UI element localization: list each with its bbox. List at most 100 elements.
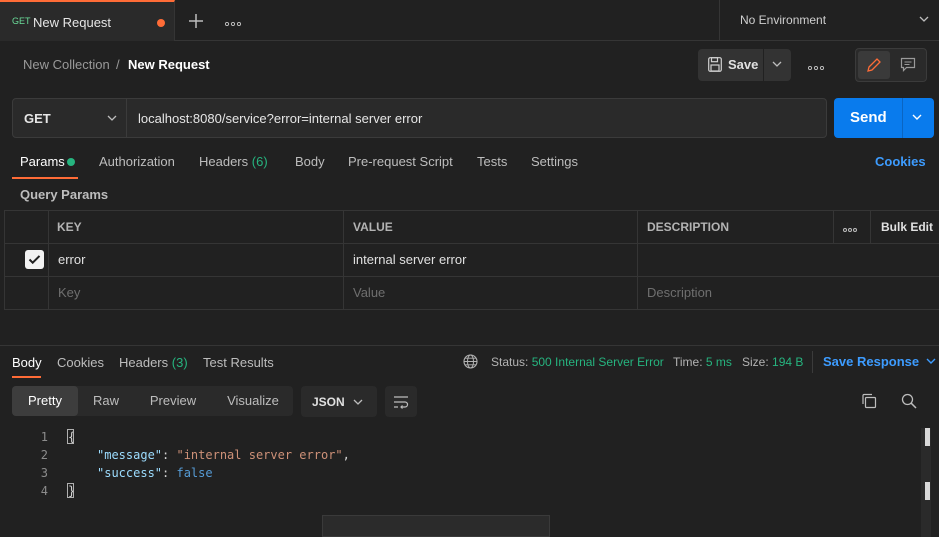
- divider: [812, 351, 813, 373]
- tab-settings[interactable]: Settings: [531, 154, 578, 169]
- json-key: "message": [97, 448, 163, 462]
- size-value: 194 B: [772, 355, 804, 369]
- tab-headers-label: Headers: [199, 154, 249, 169]
- table-border: [637, 210, 638, 310]
- chevron-down-icon: [353, 399, 363, 405]
- table-border: [4, 243, 939, 244]
- globe-icon[interactable]: [463, 354, 478, 369]
- status-value: 500 Internal Server Error: [531, 355, 664, 369]
- response-tab-headers[interactable]: Headers (3): [119, 355, 188, 370]
- new-tab-button[interactable]: [182, 8, 210, 34]
- response-size[interactable]: Size: 194 B: [742, 355, 803, 369]
- line-number: 2: [40, 448, 48, 462]
- copy-icon[interactable]: [861, 393, 877, 409]
- line-number: 3: [40, 466, 48, 480]
- chevron-down-icon[interactable]: [911, 111, 923, 123]
- tab-tests[interactable]: Tests: [477, 154, 507, 169]
- plus-icon: [189, 14, 203, 28]
- url-text: localhost:8080/service?error=internal se…: [138, 111, 423, 126]
- tab-headers[interactable]: Headers (6): [199, 154, 268, 169]
- table-border: [833, 210, 834, 243]
- headers-count: (6): [251, 154, 268, 169]
- code-line: "success": false: [97, 466, 213, 480]
- save-icon: [708, 57, 722, 72]
- view-tab-raw[interactable]: Raw: [80, 386, 132, 416]
- view-tab-visualize[interactable]: Visualize: [216, 386, 290, 416]
- view-tab-preview[interactable]: Preview: [140, 386, 206, 416]
- scrollbar-marker: [925, 428, 930, 446]
- response-headers-count: (3): [171, 355, 188, 370]
- wrap-lines-button[interactable]: [385, 386, 417, 417]
- table-border: [870, 210, 871, 243]
- params-table: [4, 210, 939, 310]
- table-border: [4, 210, 939, 211]
- breadcrumb-request[interactable]: New Request: [128, 57, 210, 72]
- response-tab-cookies[interactable]: Cookies: [57, 355, 104, 370]
- new-param-key-input[interactable]: Key: [58, 285, 80, 300]
- code-line: "message": "internal server error",: [97, 448, 350, 462]
- view-tab-pretty[interactable]: Pretty: [12, 386, 78, 416]
- column-header-value: VALUE: [353, 220, 393, 234]
- time-label: Time:: [673, 355, 703, 369]
- query-params-title: Query Params: [20, 187, 109, 202]
- json-boolean-value: false: [176, 466, 213, 480]
- save-label: Save: [728, 57, 759, 72]
- bulk-edit-button[interactable]: Bulk Edit: [881, 220, 933, 234]
- param-key-cell[interactable]: error: [58, 252, 85, 267]
- request-tab-method: GET: [12, 16, 31, 26]
- pencil-icon: [867, 58, 881, 72]
- send-button[interactable]: Send: [834, 98, 934, 138]
- url-input[interactable]: localhost:8080/service?error=internal se…: [127, 98, 827, 138]
- save-response-button[interactable]: Save Response: [823, 354, 936, 369]
- line-number: 1: [40, 430, 48, 444]
- response-divider[interactable]: [0, 345, 939, 346]
- cookies-link[interactable]: Cookies: [875, 154, 926, 169]
- chevron-down-icon[interactable]: [771, 58, 783, 70]
- param-enabled-checkbox[interactable]: [25, 250, 44, 269]
- more-horizontal-icon: [224, 21, 242, 27]
- brace-match-highlight: [67, 429, 74, 444]
- environment-select[interactable]: No Environment: [719, 0, 939, 41]
- request-options-button[interactable]: [803, 49, 829, 81]
- line-number: 4: [40, 484, 48, 498]
- response-tab-test-results[interactable]: Test Results: [203, 355, 274, 370]
- search-icon[interactable]: [901, 393, 917, 409]
- param-value-cell[interactable]: internal server error: [353, 252, 466, 267]
- comments-button[interactable]: [892, 51, 924, 79]
- table-border: [48, 210, 49, 310]
- breadcrumb-collection[interactable]: New Collection: [23, 57, 110, 72]
- request-tab-name: New Request: [33, 15, 112, 30]
- edit-mode-button[interactable]: [858, 51, 890, 79]
- wrap-lines-icon: [394, 396, 409, 409]
- tab-params[interactable]: Params: [20, 154, 65, 169]
- new-param-description-input[interactable]: Description: [647, 285, 712, 300]
- new-param-value-input[interactable]: Value: [353, 285, 385, 300]
- tab-authorization[interactable]: Authorization: [99, 154, 175, 169]
- format-select[interactable]: JSON: [301, 386, 377, 417]
- divider: [763, 49, 764, 81]
- size-label: Size:: [742, 355, 769, 369]
- response-tab-body[interactable]: Body: [12, 355, 42, 370]
- method-select[interactable]: GET: [12, 98, 127, 138]
- brace-match-highlight: [67, 483, 74, 498]
- chevron-down-icon: [926, 358, 936, 364]
- format-label: JSON: [312, 395, 345, 409]
- table-border: [4, 276, 939, 277]
- column-options-button[interactable]: [843, 219, 857, 235]
- json-key: "success": [97, 466, 163, 480]
- method-label: GET: [24, 111, 51, 126]
- comment-icon: [900, 57, 916, 72]
- params-active-dot: [67, 158, 75, 166]
- tab-body[interactable]: Body: [295, 154, 325, 169]
- chevron-down-icon: [919, 16, 929, 22]
- json-string-value: "internal server error": [176, 448, 343, 462]
- environment-label: No Environment: [740, 13, 827, 27]
- breadcrumb-separator: /: [116, 57, 120, 72]
- tab-options-button[interactable]: [220, 8, 246, 34]
- tab-prerequest-script[interactable]: Pre-request Script: [348, 154, 453, 169]
- response-status[interactable]: Status: 500 Internal Server Error: [491, 355, 664, 369]
- response-time[interactable]: Time: 5 ms: [673, 355, 732, 369]
- scrollbar-marker: [925, 482, 930, 500]
- save-button[interactable]: Save: [698, 49, 791, 81]
- request-tab[interactable]: GET New Request: [0, 0, 175, 41]
